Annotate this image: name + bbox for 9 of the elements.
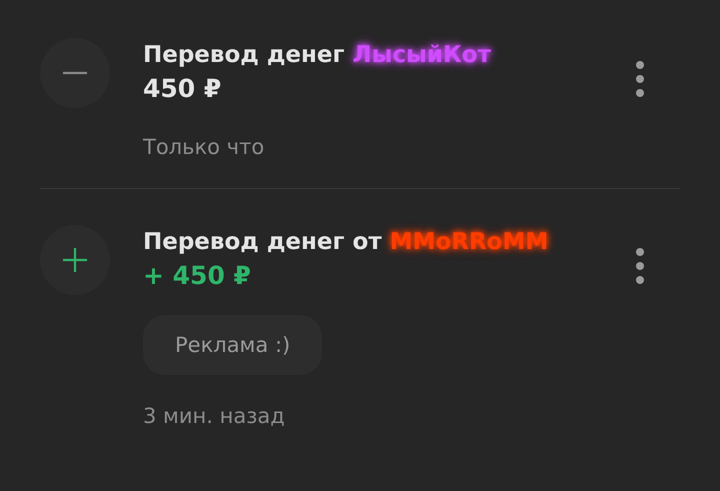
- amount: + 450 ₽: [143, 260, 251, 292]
- transfer-title: Перевод денег ЛысыйКот: [143, 41, 491, 70]
- amount: 450 ₽: [143, 73, 222, 105]
- transfer-title: Перевод денег от MMoRRoMM: [143, 228, 548, 257]
- more-icon[interactable]: [635, 60, 645, 98]
- comment-bubble: Реклама :): [143, 315, 322, 375]
- timestamp: 3 мин. назад: [143, 403, 285, 430]
- timestamp: Только что: [143, 134, 264, 161]
- more-icon[interactable]: [635, 247, 645, 285]
